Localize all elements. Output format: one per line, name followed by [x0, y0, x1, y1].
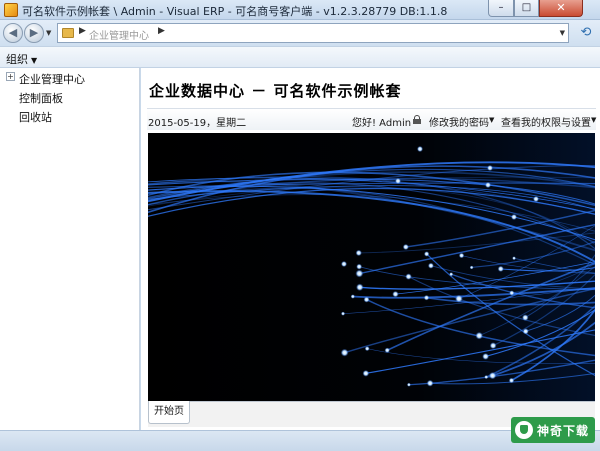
- fiber-tip-glow: [469, 265, 474, 270]
- fiber-tip-glow: [522, 314, 529, 321]
- organize-label: 组织: [6, 53, 28, 66]
- fiber-tip-glow: [509, 290, 515, 296]
- window-title: 可名软件示例帐套 \ Admin - Visual ERP - 可名商号客户端 …: [22, 5, 448, 18]
- address-dropdown-icon[interactable]: ▼: [560, 29, 565, 37]
- fiber-tip-glow: [522, 328, 529, 335]
- fiber-tip-glow: [497, 265, 504, 272]
- fiber-tip-glow: [417, 146, 423, 152]
- breadcrumb-separator[interactable]: ▶: [79, 26, 86, 36]
- fiber-tip-glow: [485, 182, 491, 188]
- command-bar: 组织 ▼: [0, 46, 600, 68]
- fiber-tip-glow: [458, 252, 465, 259]
- breadcrumb-separator[interactable]: ▶: [158, 26, 165, 36]
- tab-start-page[interactable]: 开始页: [148, 401, 190, 424]
- fiber-tip-glow: [487, 165, 493, 171]
- fiber-tip-glow: [355, 269, 364, 278]
- close-button[interactable]: ✕: [539, 0, 583, 17]
- folder-icon: [62, 28, 74, 38]
- greeting-label: 您好! Admin: [352, 118, 412, 129]
- title-bar: 可名软件示例帐套 \ Admin - Visual ERP - 可名商号客户端 …: [0, 0, 600, 20]
- fiber-tip-glow: [364, 346, 370, 352]
- organize-menu[interactable]: 组织 ▼: [6, 51, 37, 67]
- tree-expand-icon[interactable]: +: [6, 72, 15, 81]
- fiber-tip-glow: [512, 256, 516, 261]
- watermark-logo-icon: [515, 421, 533, 439]
- fiber-tip-glow: [406, 382, 411, 387]
- page-title: 企业数据中心 － 可名软件示例帐套: [149, 82, 402, 100]
- change-password-link[interactable]: 修改我的密码: [429, 114, 489, 129]
- fiber-tip-glow: [427, 262, 434, 269]
- fiber-optic-image: [148, 133, 595, 401]
- back-button[interactable]: ◀: [3, 23, 23, 43]
- fiber-tip-glow: [395, 178, 401, 184]
- date-label: 2015-05-19，星期二: [148, 118, 247, 129]
- fiber-tip-glow: [340, 348, 349, 357]
- tree-item-enterprise-center[interactable]: 企业管理中心: [19, 71, 85, 87]
- fiber-tip-glow: [449, 272, 454, 277]
- watermark-badge: 神奇下载: [511, 417, 595, 443]
- app-icon: [4, 3, 18, 17]
- fiber-tip-glow: [363, 296, 370, 303]
- fiber-tip-glow: [426, 379, 434, 387]
- chevron-down-icon[interactable]: ▼: [591, 116, 596, 124]
- navigation-tree: + 企业管理中心 控制面板 回收站: [0, 68, 140, 430]
- lock-icon: [413, 115, 421, 124]
- fiber-tip-glow: [384, 347, 390, 353]
- fiber-tip-glow: [482, 353, 490, 360]
- main-panel: 企业数据中心 － 可名软件示例帐套 2015-05-19，星期二 您好! Adm…: [141, 68, 600, 430]
- tree-item-recycle-bin[interactable]: 回收站: [19, 109, 52, 125]
- recent-pages-dropdown[interactable]: ▼: [46, 29, 51, 37]
- fiber-tip-glow: [356, 283, 364, 291]
- fiber-tip-glow: [405, 273, 412, 280]
- fiber-tip-glow: [423, 294, 430, 301]
- info-bar: 2015-05-19，星期二 您好! Admin 修改我的密码 ▼ 查看我的权限…: [147, 108, 596, 130]
- fiber-tip-glow: [392, 290, 399, 298]
- fiber-tip-glow: [355, 249, 362, 257]
- fiber-tip-glow: [341, 261, 347, 267]
- fiber-tip-glow: [362, 370, 370, 377]
- fiber-tip-glow: [508, 377, 515, 384]
- fiber-tip-glow: [341, 311, 346, 316]
- status-bar: [0, 430, 600, 451]
- fiber-tip-glow: [533, 196, 539, 202]
- forward-button[interactable]: ▶: [24, 23, 44, 43]
- maximize-button[interactable]: □: [514, 0, 539, 17]
- fiber-tip-glow: [402, 243, 409, 251]
- tree-item-control-panel[interactable]: 控制面板: [19, 90, 63, 106]
- fiber-tip-glow: [511, 214, 517, 220]
- fiber-tip-glow: [484, 375, 489, 380]
- fiber-optic-banner: [148, 133, 595, 401]
- fiber-tip-glow: [423, 251, 430, 257]
- fiber-tip-glow: [475, 331, 483, 340]
- watermark-text: 神奇下载: [537, 424, 590, 438]
- refresh-icon[interactable]: ⟲: [576, 24, 596, 42]
- fiber-tip-glow: [350, 294, 355, 299]
- chevron-down-icon: ▼: [31, 56, 38, 65]
- view-permissions-link[interactable]: 查看我的权限与设置: [501, 114, 591, 129]
- minimize-button[interactable]: –: [488, 0, 514, 17]
- fiber-tip-glow: [455, 294, 463, 303]
- breadcrumb-path[interactable]: 企业管理中心: [89, 27, 149, 42]
- address-field[interactable]: ▶ 企业管理中心 ▶ ▼: [57, 23, 569, 43]
- fiber-tip-glow: [488, 372, 497, 380]
- address-bar: ◀ ▶ ▼ ▶ 企业管理中心 ▶ ▼ ⟲: [0, 20, 600, 46]
- fiber-tip-glow: [489, 342, 497, 349]
- chevron-down-icon[interactable]: ▼: [489, 116, 494, 124]
- fiber-tip-glow: [356, 263, 363, 270]
